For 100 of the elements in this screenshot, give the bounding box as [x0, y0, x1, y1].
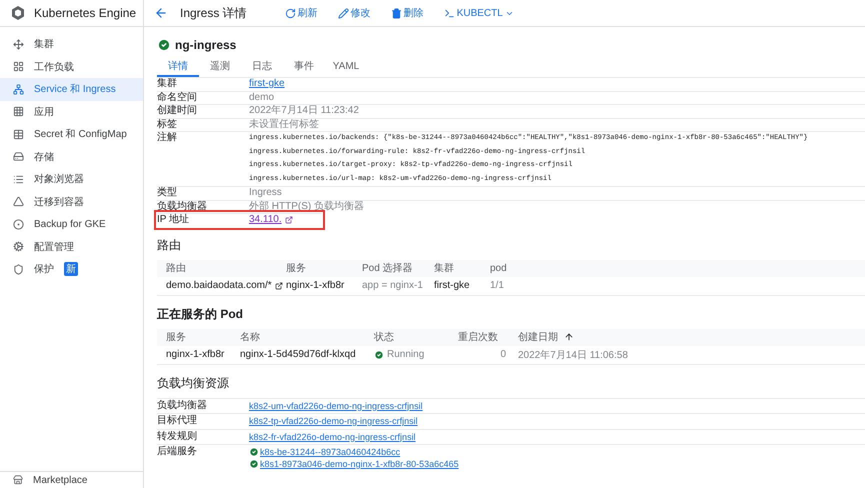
sidebar-item-label: 应用: [34, 106, 54, 119]
gear-icon: [13, 241, 24, 252]
circle-icon: [13, 218, 24, 230]
new-badge: 新: [64, 262, 78, 276]
resource-link[interactable]: k8s2-fr-vfad226o-demo-ng-ingress-crfjnsil: [249, 430, 416, 442]
ip-address-link[interactable]: 34.110.: [249, 214, 293, 226]
store-icon: [13, 475, 23, 485]
dots-grid-icon: [13, 106, 24, 118]
detail-label: 命名空间: [157, 92, 198, 104]
sidebar-item[interactable]: Service 和 Ingress: [0, 78, 143, 100]
table-cell-text: 0: [499, 349, 507, 360]
status-cell: Running: [374, 349, 458, 360]
detail-link[interactable]: first-gke: [249, 78, 285, 90]
sidebar-item[interactable]: 集群: [0, 33, 143, 56]
column-header[interactable]: 重启次数: [458, 330, 518, 344]
detail-value: 外部 HTTP(S) 负载均衡器: [249, 200, 364, 213]
section-title: 路由: [157, 236, 182, 254]
shield-icon: [13, 264, 24, 275]
grid-icon: [13, 61, 24, 72]
sidebar-item-label: 工作负载: [34, 60, 74, 74]
trash-icon: [390, 8, 402, 18]
terminal-icon: [444, 8, 455, 18]
column-header[interactable]: 服务: [166, 330, 240, 344]
sidebar-item[interactable]: Secret 和 ConfigMap: [0, 123, 143, 146]
marketplace-item[interactable]: Marketplace: [0, 471, 143, 488]
resource-link[interactable]: k8s1-8973a046-demo-nginx-1-xfb8r-80-53a6c465: [260, 458, 459, 470]
detail-value: Ingress: [249, 187, 282, 200]
tab[interactable]: 事件: [283, 57, 325, 77]
table-cell: demo.baidaodata.com/*: [166, 280, 286, 291]
detail-label: 注解: [157, 132, 178, 144]
sidebar-item-label: 配置管理: [34, 240, 74, 254]
network-icon: [13, 84, 24, 95]
list-icon: [13, 174, 24, 185]
detail-label: 类型: [157, 187, 178, 200]
section-title: 正在服务的 Pod: [157, 306, 244, 322]
sidebar-item[interactable]: 应用: [0, 100, 143, 123]
sidebar-item-label: Backup for GKE: [34, 218, 106, 230]
sidebar-item[interactable]: 保护 新: [0, 258, 143, 280]
detail-label: IP 地址: [157, 214, 190, 226]
sidebar-item[interactable]: 存储: [0, 146, 143, 168]
detail-label: 创建时间: [157, 105, 198, 118]
column-header: pod: [490, 262, 508, 274]
sidebar-item[interactable]: 对象浏览器: [0, 168, 143, 190]
table-cell-text: first-gke: [434, 280, 471, 291]
sidebar-item[interactable]: 迁移到容器: [0, 190, 143, 213]
column-header[interactable]: 名称: [240, 330, 374, 344]
back-arrow-icon[interactable]: [154, 6, 168, 20]
toolbar-button[interactable]: KUBECTL: [440, 8, 518, 18]
external-link-icon: [284, 216, 293, 224]
sidebar-item-label: 集群: [34, 38, 54, 52]
toolbar-button[interactable]: 修改: [334, 6, 375, 20]
table-cell-text: app = nginx-1: [362, 280, 424, 291]
column-header: Pod 选择器: [362, 262, 414, 275]
detail-label: 集群: [157, 78, 178, 90]
column-header: 服务: [286, 262, 307, 275]
sidebar-item[interactable]: 配置管理: [0, 236, 143, 258]
page-title: Ingress 详情: [180, 4, 247, 22]
resource-link[interactable]: k8s2-tp-vfad226o-demo-ng-ingress-crfjnsil: [249, 415, 418, 427]
tab[interactable]: 遥测: [199, 57, 241, 77]
pencil-icon: [338, 8, 349, 18]
toolbar-button[interactable]: 删除: [386, 6, 428, 20]
resource-name: ng-ingress: [175, 38, 236, 52]
external-link-icon: [274, 282, 283, 290]
refresh-icon: [284, 8, 296, 18]
sidebar-item-label: 迁移到容器: [34, 196, 84, 209]
sidebar-item[interactable]: Backup for GKE: [0, 213, 143, 236]
toolbar-button[interactable]: 刷新: [280, 6, 322, 20]
detail-label: 后端服务: [157, 446, 198, 459]
detail-label: 目标代理: [157, 415, 198, 428]
sidebar-item-label: Marketplace: [33, 474, 88, 486]
sidebar-item-label: Service 和 Ingress: [34, 82, 116, 96]
detail-value: demo: [249, 92, 274, 104]
detail-value: 未设置任何标签: [249, 118, 319, 131]
resource-link[interactable]: k8s-be-31244--8973a0460424b6cc: [260, 446, 400, 458]
sidebar-item-label: 对象浏览器: [34, 172, 84, 186]
sidebar-item-label: 保护: [34, 262, 54, 276]
product-title: Kubernetes Engine: [34, 6, 136, 20]
table-cell-text: 1/1: [490, 280, 505, 291]
column-header[interactable]: 创建日期: [518, 330, 648, 344]
table-cell-text: nginx-1-5d459d76df-klxqd: [240, 349, 357, 360]
column-header: 路由: [166, 262, 187, 275]
storage-icon: [13, 151, 24, 162]
detail-value: 2022年7月14日 11:23:42: [249, 105, 359, 118]
sidebar-item-label: 存储: [34, 150, 54, 164]
detail-label: 负载均衡器: [157, 400, 208, 412]
tab[interactable]: 详情: [157, 57, 199, 77]
tab[interactable]: YAML: [325, 57, 367, 77]
detail-label: 转发规则: [157, 430, 198, 443]
table-cell-text: 2022年7月14日 11:06:58: [518, 348, 629, 362]
detail-label: 负载均衡器: [157, 200, 208, 213]
table-cell-text: nginx-1-xfb8r: [166, 349, 226, 360]
sidebar-item-label: Secret 和 ConfigMap: [34, 128, 127, 142]
section-title: 负载均衡资源: [157, 374, 230, 392]
detail-label: 标签: [157, 118, 178, 131]
column-header[interactable]: 状态: [374, 330, 458, 344]
column-header: 集群: [434, 262, 455, 275]
triangle-icon: [13, 196, 24, 208]
sidebar-item[interactable]: 工作负载: [0, 56, 143, 78]
tab[interactable]: 日志: [241, 57, 283, 77]
resource-link[interactable]: k8s2-um-vfad226o-demo-ng-ingress-crfjnsil: [249, 400, 423, 412]
